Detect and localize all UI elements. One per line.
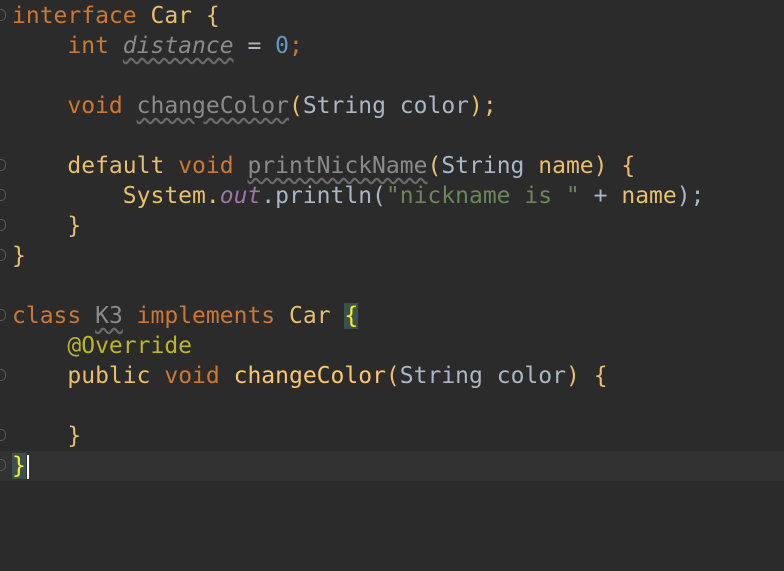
static-field: out — [219, 183, 262, 209]
paren: ( — [427, 153, 442, 179]
code-line[interactable]: default void printNickName(String name) … — [0, 151, 784, 181]
text-caret — [26, 454, 29, 479]
method-name: changeColor — [136, 93, 289, 119]
close-brace: } — [67, 213, 82, 239]
code-line[interactable]: public void changeColor(String color) { — [0, 361, 784, 391]
fold-marker-icon[interactable] — [0, 219, 6, 231]
fold-marker-icon[interactable] — [0, 189, 6, 201]
fold-marker-icon[interactable] — [0, 159, 6, 171]
keyword: class — [12, 303, 82, 329]
keyword: void — [67, 93, 123, 119]
param-name: name — [538, 153, 594, 179]
fold-marker-icon[interactable] — [0, 459, 6, 471]
string-literal: "nickname is " — [385, 183, 580, 209]
paren: ( — [288, 93, 303, 119]
param-name: color — [399, 93, 470, 119]
keyword: default — [67, 153, 165, 179]
method-call: .println( — [261, 183, 386, 209]
keyword: int — [67, 33, 109, 59]
code-line[interactable]: @Override — [0, 331, 784, 361]
open-brace-highlighted: { — [344, 303, 359, 329]
type-name: String — [441, 153, 525, 179]
keyword: public — [67, 363, 151, 389]
close-brace: } — [67, 423, 82, 449]
class-name: K3 — [95, 303, 123, 329]
fold-marker-icon[interactable] — [0, 369, 6, 381]
keyword: interface — [12, 3, 137, 29]
keyword: implements — [136, 303, 276, 329]
annotation: @Override — [67, 333, 193, 359]
fold-marker-icon[interactable] — [0, 249, 6, 261]
field-name: distance — [122, 33, 234, 59]
fold-marker-icon[interactable] — [0, 429, 6, 441]
current-code-line[interactable]: } — [0, 451, 784, 481]
type-name: String — [302, 93, 386, 119]
code-line[interactable]: int distance = 0; — [0, 31, 784, 61]
code-line[interactable]: } — [0, 421, 784, 451]
open-brace: { — [593, 363, 608, 389]
param-ref: name — [621, 183, 677, 209]
operator: + — [593, 183, 608, 209]
paren-close: ); — [676, 183, 705, 209]
interface-ref: Car — [289, 303, 331, 329]
type-name: String — [399, 363, 483, 389]
param-name: color — [496, 363, 566, 389]
method-name: printNickName — [247, 153, 428, 179]
paren-close: ) — [565, 363, 580, 389]
operator: = — [247, 33, 262, 59]
keyword: void — [164, 363, 220, 389]
code-line[interactable]: } — [0, 241, 784, 271]
paren-close: ) — [593, 153, 608, 179]
close-brace-highlighted: } — [12, 453, 26, 479]
code-line[interactable]: } — [0, 211, 784, 241]
open-brace: { — [205, 3, 220, 29]
paren-close: ); — [469, 93, 497, 119]
code-editor[interactable]: interface Car { int distance = 0; void c… — [0, 0, 784, 484]
paren: ( — [385, 363, 400, 389]
code-line[interactable]: class K3 implements Car { — [0, 301, 784, 331]
class-ref: System. — [122, 183, 220, 209]
fold-marker-icon[interactable] — [0, 309, 6, 321]
code-line[interactable]: void changeColor(String color); — [0, 91, 784, 121]
keyword: void — [178, 153, 234, 179]
method-name: changeColor — [233, 363, 386, 389]
fold-marker-icon[interactable] — [0, 9, 6, 21]
number-literal: 0 — [275, 33, 290, 59]
open-brace: { — [621, 153, 636, 179]
close-brace: } — [12, 243, 26, 269]
semicolon: ; — [289, 33, 303, 59]
code-line[interactable]: System.out.println("nickname is " + name… — [0, 181, 784, 211]
code-line[interactable]: interface Car { — [0, 1, 784, 31]
class-name: Car — [150, 3, 193, 29]
